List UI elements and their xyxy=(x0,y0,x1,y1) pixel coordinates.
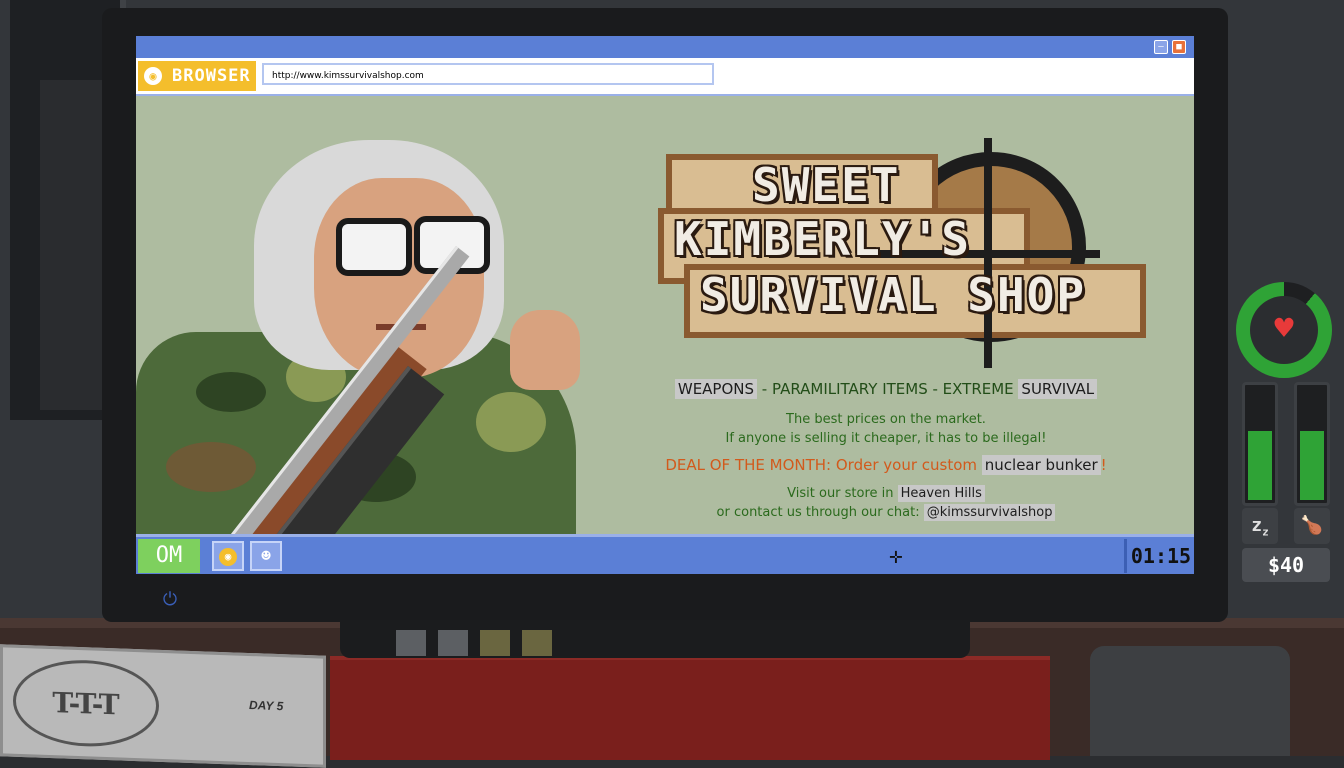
contact-prefix: or contact us through our chat: xyxy=(716,505,924,520)
screen: – ■ ◉ BROWSER http://www.kimssurvivalsho… xyxy=(136,36,1194,574)
taskbar-browser-button[interactable]: ◉ xyxy=(212,541,244,571)
monitor-button-4[interactable] xyxy=(522,630,552,656)
cursor-icon: ✛ xyxy=(889,544,903,569)
chat-handle-link[interactable]: @kimssurvivalshop xyxy=(923,504,1056,521)
start-button[interactable]: OM xyxy=(138,539,200,573)
tagline-weapons: WEAPONS xyxy=(674,379,758,399)
sleep-bar-fill xyxy=(1248,431,1272,500)
browser-icon: ◉ xyxy=(144,67,162,85)
dog-icon: ☻ xyxy=(261,546,271,565)
health-ring-inner: ♥ xyxy=(1250,296,1318,364)
browser-icon: ◉ xyxy=(219,548,237,566)
hunger-bar-fill xyxy=(1300,431,1324,500)
taskbar-clock: 01:15 xyxy=(1124,539,1194,573)
deal-prefix: DEAL OF THE MONTH: Order your custom xyxy=(665,456,982,474)
zz-icon: zz xyxy=(1242,508,1278,544)
monitor-button-3[interactable] xyxy=(480,630,510,656)
tagline-survival: SURVIVAL xyxy=(1018,379,1098,399)
health-ring: ♥ xyxy=(1236,282,1332,378)
power-icon[interactable]: ⏻ xyxy=(158,588,182,612)
newspaper[interactable]: T-T-T DAY 5 xyxy=(0,644,326,768)
cheaper-line: If anyone is selling it cheaper, it has … xyxy=(725,431,1047,446)
heaven-hills-link[interactable]: Heaven Hills xyxy=(897,485,985,502)
address-bar: ◉ BROWSER http://www.kimssurvivalshop.co… xyxy=(136,58,1194,96)
hunger-bar xyxy=(1294,382,1330,506)
sleep-bar xyxy=(1242,382,1278,506)
window-building xyxy=(40,80,110,410)
page-content: SWEET KIMBERLY'S SURVIVAL SHOP WEAPONS -… xyxy=(136,96,1194,574)
best-prices-line: The best prices on the market. xyxy=(786,412,986,427)
drumstick-icon: 🍗 xyxy=(1294,508,1330,544)
visit-line: Visit our store in Heaven Hills xyxy=(606,484,1166,503)
taskbar-chat-button[interactable]: ☻ xyxy=(250,541,282,571)
newspaper-masthead: T-T-T xyxy=(13,657,159,749)
contact-text: Visit our store in Heaven Hills or conta… xyxy=(606,484,1166,522)
contact-line: or contact us through our chat: @kimssur… xyxy=(606,503,1166,522)
desk-phone[interactable] xyxy=(1090,646,1290,756)
desk-mat xyxy=(330,656,1050,760)
logo-line-3: SURVIVAL SHOP xyxy=(700,268,1087,322)
camo-patch xyxy=(196,372,266,412)
monitor-button-1[interactable] xyxy=(396,630,426,656)
visit-prefix: Visit our store in xyxy=(787,486,898,501)
monitor-stand xyxy=(340,620,970,658)
close-button[interactable]: ■ xyxy=(1172,40,1186,54)
deal-suffix: ! xyxy=(1100,456,1107,474)
deal-of-month: DEAL OF THE MONTH: Order your custom nuc… xyxy=(606,455,1166,475)
url-input[interactable]: http://www.kimssurvivalshop.com xyxy=(262,63,714,85)
heart-icon: ♥ xyxy=(1274,309,1294,347)
window-titlebar: – ■ xyxy=(136,36,1194,60)
logo-line-2: KIMBERLY'S xyxy=(674,212,971,266)
prices-text: The best prices on the market. If anyone… xyxy=(606,410,1166,448)
newspaper-day: DAY 5 xyxy=(249,698,284,714)
camo-patch xyxy=(166,442,256,492)
shop-logo: SWEET KIMBERLY'S SURVIVAL SHOP xyxy=(658,128,1146,368)
money-display: $40 xyxy=(1242,548,1330,582)
taskbar: OM ◉ ☻ ✛ 01:15 xyxy=(136,534,1194,574)
tagline-middle: - PARAMILITARY ITEMS - EXTREME xyxy=(757,380,1019,398)
deal-item-link[interactable]: nuclear bunker xyxy=(981,455,1101,475)
logo-line-1: SWEET xyxy=(752,158,901,212)
shop-tagline: WEAPONS - PARAMILITARY ITEMS - EXTREME S… xyxy=(606,379,1166,399)
camo-patch xyxy=(476,392,546,452)
grandma-hand xyxy=(510,310,580,390)
browser-tab[interactable]: ◉ BROWSER xyxy=(138,61,256,91)
monitor-button-2[interactable] xyxy=(438,630,468,656)
glasses-lens-left xyxy=(336,218,412,276)
browser-tab-label: BROWSER xyxy=(172,66,251,86)
minimize-button[interactable]: – xyxy=(1154,40,1168,54)
